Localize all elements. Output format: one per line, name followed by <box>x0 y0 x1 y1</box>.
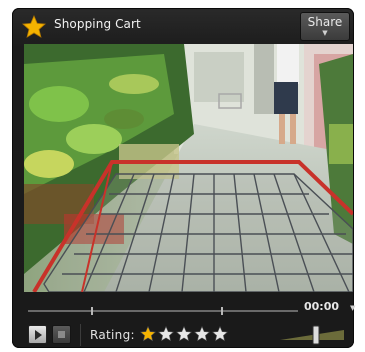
rating-stars <box>140 326 228 342</box>
control-bar: Rating: <box>12 320 354 348</box>
stop-icon <box>58 331 65 338</box>
seek-marker <box>221 307 223 315</box>
play-icon <box>35 330 42 340</box>
star-empty-icon[interactable] <box>176 326 192 342</box>
star-empty-icon[interactable] <box>194 326 210 342</box>
star-icon <box>22 15 46 38</box>
volume-slider[interactable] <box>276 324 348 346</box>
video-player: Shopping Cart Share ▼ 00:00 ▼ Rating: <box>12 8 355 348</box>
seek-track <box>28 310 298 312</box>
time-display: 00:00 <box>304 300 340 313</box>
video-frame[interactable] <box>24 44 353 292</box>
divider <box>80 324 81 346</box>
seek-bar[interactable] <box>28 304 298 318</box>
play-button[interactable] <box>28 325 47 344</box>
volume-handle[interactable] <box>312 325 320 345</box>
star-empty-icon[interactable] <box>158 326 174 342</box>
star-filled-icon[interactable] <box>140 326 156 342</box>
seek-marker <box>91 307 93 315</box>
time-menu-chevron-icon[interactable]: ▼ <box>350 304 355 312</box>
chevron-down-icon: ▼ <box>322 29 328 37</box>
star-empty-icon[interactable] <box>212 326 228 342</box>
video-title: Shopping Cart <box>54 17 141 31</box>
stop-button[interactable] <box>52 325 71 344</box>
title-bar: Shopping Cart Share ▼ <box>12 8 354 42</box>
video-thumbnail <box>24 44 353 292</box>
share-button[interactable]: Share ▼ <box>300 12 350 41</box>
volume-ramp <box>280 330 344 340</box>
rating-label: Rating: <box>90 328 135 342</box>
share-button-label: Share <box>307 15 343 29</box>
